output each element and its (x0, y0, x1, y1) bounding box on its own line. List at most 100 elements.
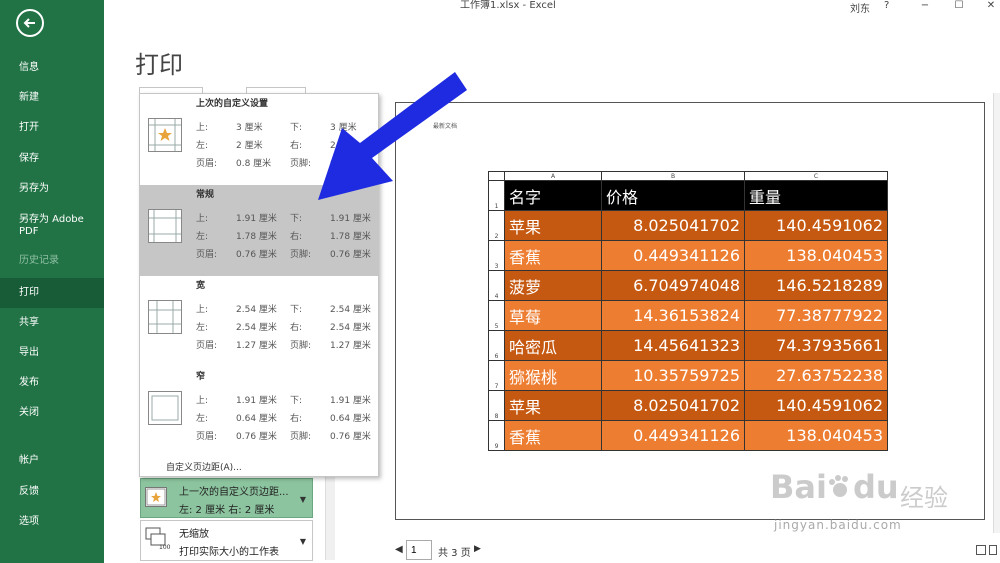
restore-button[interactable]: ☐ (952, 0, 966, 12)
footer-value: 1.27 厘米 (330, 341, 371, 351)
scaling-select-title: 无缩放 (179, 529, 209, 540)
page-count: 共 3 页 (438, 548, 471, 559)
page-header-text: 最新文档 (433, 123, 458, 130)
right-label: 右: (290, 141, 303, 151)
bottom-label: 下: (290, 214, 303, 224)
sidebar-item-save-as[interactable]: 另存为 (0, 183, 104, 195)
column-header: A (504, 171, 602, 181)
column-header-row: A B C (488, 171, 888, 181)
top-value: 3 厘米 (236, 123, 263, 133)
margin-option-normal[interactable]: 常规 上: 1.91 厘米 下: 1.91 厘米 左: 1.78 厘米 右: 1… (140, 185, 378, 276)
weight-cell: 140.4591062 (744, 210, 888, 241)
option-name: 常规 (196, 190, 215, 200)
left-label: 左: (196, 141, 209, 151)
preview-scrollbar[interactable] (993, 93, 1000, 533)
settings-scrollbar[interactable] (325, 470, 335, 560)
margin-option-narrow[interactable]: 窄 上: 1.91 厘米 下: 1.91 厘米 左: 0.64 厘米 右: 0.… (140, 367, 378, 458)
row-number: 6 (488, 330, 505, 361)
left-label: 左: (196, 414, 209, 424)
table-header-row: 1 名字 价格 重量 (488, 180, 888, 211)
footer-label: 页脚: (290, 432, 312, 442)
header-label: 页眉: (196, 159, 218, 169)
column-header: B (601, 171, 745, 181)
price-cell: 8.025041702 (601, 390, 745, 421)
normal-margins-icon (148, 209, 182, 243)
margins-select-values: 左: 2 厘米 右: 2 厘米 (179, 505, 275, 516)
scaling-select[interactable]: 100 无缩放 打印实际大小的工作表 ▼ (140, 520, 313, 561)
custom-margins-link[interactable]: 自定义页边距(A)... (166, 460, 242, 473)
bottom-value: 2.54 厘米 (330, 305, 371, 315)
last-custom-margins-icon (148, 118, 182, 152)
sidebar-item-info[interactable]: 信息 (0, 62, 104, 74)
right-label: 右: (290, 323, 303, 333)
header-value: 1.27 厘米 (236, 341, 277, 351)
zoom-to-page-icon[interactable] (989, 545, 997, 555)
sidebar-item-options[interactable]: 选项 (0, 516, 104, 528)
option-name: 上次的自定义设置 (196, 99, 269, 109)
show-margins-icon[interactable] (976, 545, 986, 555)
minimize-button[interactable]: − (918, 0, 932, 12)
help-button[interactable]: ? (884, 0, 889, 11)
row-number: 5 (488, 300, 505, 331)
right-label: 右: (290, 414, 303, 424)
corner-cell (488, 171, 505, 181)
page-title: 打印 (135, 51, 183, 79)
page-number-input[interactable] (406, 540, 432, 560)
scaling-select-desc: 打印实际大小的工作表 (179, 547, 279, 558)
watermark-cn: 经验 (900, 484, 948, 512)
sidebar-item-account[interactable]: 帐户 (0, 455, 104, 467)
left-value: 2.54 厘米 (236, 323, 277, 333)
option-name: 窄 (196, 372, 206, 382)
margin-option-last-custom[interactable]: 上次的自定义设置 上: 3 厘米 下: 3 厘米 左: 2 厘米 右: 2 厘米… (140, 94, 378, 185)
top-label: 上: (196, 214, 209, 224)
sidebar-item-save[interactable]: 保存 (0, 153, 104, 165)
left-value: 2 厘米 (236, 141, 263, 151)
top-label: 上: (196, 123, 209, 133)
sidebar-item-export[interactable]: 导出 (0, 347, 104, 359)
watermark-logo: Bai du (770, 468, 899, 506)
name-cell: 苹果 (504, 390, 602, 421)
top-value: 1.91 厘米 (236, 396, 277, 406)
sidebar-item-feedback[interactable]: 反馈 (0, 486, 104, 498)
back-button[interactable] (16, 9, 44, 37)
bottom-label: 下: (290, 123, 303, 133)
table-row: 2 苹果 8.025041702 140.4591062 (488, 210, 888, 241)
sidebar-item-share[interactable]: 共享 (0, 317, 104, 329)
name-cell: 哈密瓜 (504, 330, 602, 361)
margins-select[interactable]: 上一次的自定义页边距... 左: 2 厘米 右: 2 厘米 ▼ (140, 478, 313, 518)
preview-table: A B C 1 名字 价格 重量 2 苹果 8.025041702 140.45… (488, 171, 888, 451)
weight-cell: 27.63752238 (744, 360, 888, 391)
sidebar-item-save-as-pdf[interactable]: 另存为 Adobe PDF (0, 214, 90, 238)
row-number: 2 (488, 210, 505, 241)
margin-option-wide[interactable]: 宽 上: 2.54 厘米 下: 2.54 厘米 左: 2.54 厘米 右: 2.… (140, 276, 378, 367)
next-page-button[interactable]: ▶ (474, 544, 481, 554)
sidebar-item-new[interactable]: 新建 (0, 92, 104, 104)
close-button[interactable]: ✕ (984, 0, 998, 12)
bottom-label: 下: (290, 396, 303, 406)
left-value: 0.64 厘米 (236, 414, 277, 424)
right-value: 2 厘米 (330, 141, 357, 151)
watermark-logo-text-end: du (852, 468, 899, 506)
row-number: 1 (488, 180, 505, 211)
footer-value: 0.76 厘米 (330, 432, 371, 442)
sidebar-item-close[interactable]: 关闭 (0, 407, 104, 419)
footer-label: 页脚: (290, 341, 312, 351)
sidebar-item-open[interactable]: 打开 (0, 122, 104, 134)
weight-cell: 138.040453 (744, 240, 888, 271)
price-cell: 14.36153824 (601, 300, 745, 331)
watermark-url: jingyan.baidu.com (774, 518, 902, 532)
row-number: 8 (488, 390, 505, 421)
weight-cell: 140.4591062 (744, 390, 888, 421)
footer-label: 页脚: (290, 159, 312, 169)
weight-cell: 74.37935661 (744, 330, 888, 361)
footer-value: 0.76 厘米 (330, 250, 371, 260)
no-scaling-icon: 100 (145, 527, 170, 551)
user-name[interactable]: 刘东 (850, 0, 870, 15)
watermark-logo-text: Bai (770, 468, 827, 506)
sidebar-item-print[interactable]: 打印 (0, 278, 104, 308)
price-cell: 0.449341126 (601, 420, 745, 451)
prev-page-button[interactable]: ◀ (395, 544, 403, 555)
sidebar-item-publish[interactable]: 发布 (0, 377, 104, 389)
weight-cell: 146.5218289 (744, 270, 888, 301)
baidu-jingyan-watermark: Bai du 经验 jingyan.baidu.com (770, 458, 970, 558)
